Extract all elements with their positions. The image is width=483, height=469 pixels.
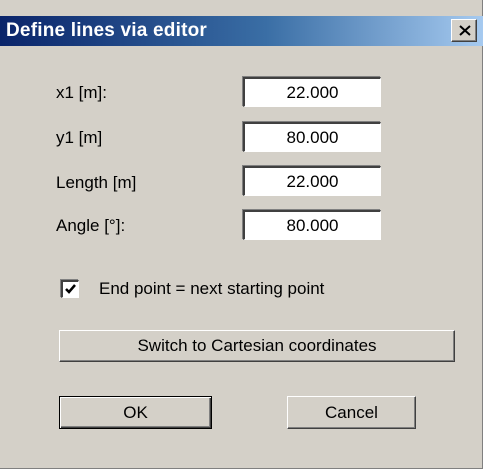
title-bar[interactable]: Define lines via editor bbox=[0, 16, 483, 46]
close-icon bbox=[459, 25, 471, 36]
end-point-checkbox[interactable] bbox=[61, 280, 79, 298]
y1-label: y1 [m] bbox=[56, 128, 103, 147]
dialog-title: Define lines via editor bbox=[6, 20, 207, 41]
checkmark-icon bbox=[65, 284, 76, 294]
length-input[interactable]: 22.000 bbox=[243, 166, 381, 196]
end-point-checkbox-label[interactable]: End point = next starting point bbox=[99, 279, 324, 299]
angle-input[interactable]: 80.000 bbox=[243, 210, 381, 240]
close-button[interactable] bbox=[451, 19, 477, 42]
y1-input[interactable]: 80.000 bbox=[243, 122, 381, 152]
define-lines-dialog: Define lines via editor x1 [m]: 22.000 y… bbox=[0, 0, 483, 469]
angle-label: Angle [°]: bbox=[56, 216, 126, 235]
ok-button[interactable]: OK bbox=[59, 396, 212, 429]
cancel-button[interactable]: Cancel bbox=[287, 396, 416, 429]
x1-label: x1 [m]: bbox=[56, 83, 108, 102]
switch-coordinates-button[interactable]: Switch to Cartesian coordinates bbox=[59, 330, 455, 362]
length-label: Length [m] bbox=[56, 173, 137, 192]
x1-input[interactable]: 22.000 bbox=[243, 77, 381, 107]
